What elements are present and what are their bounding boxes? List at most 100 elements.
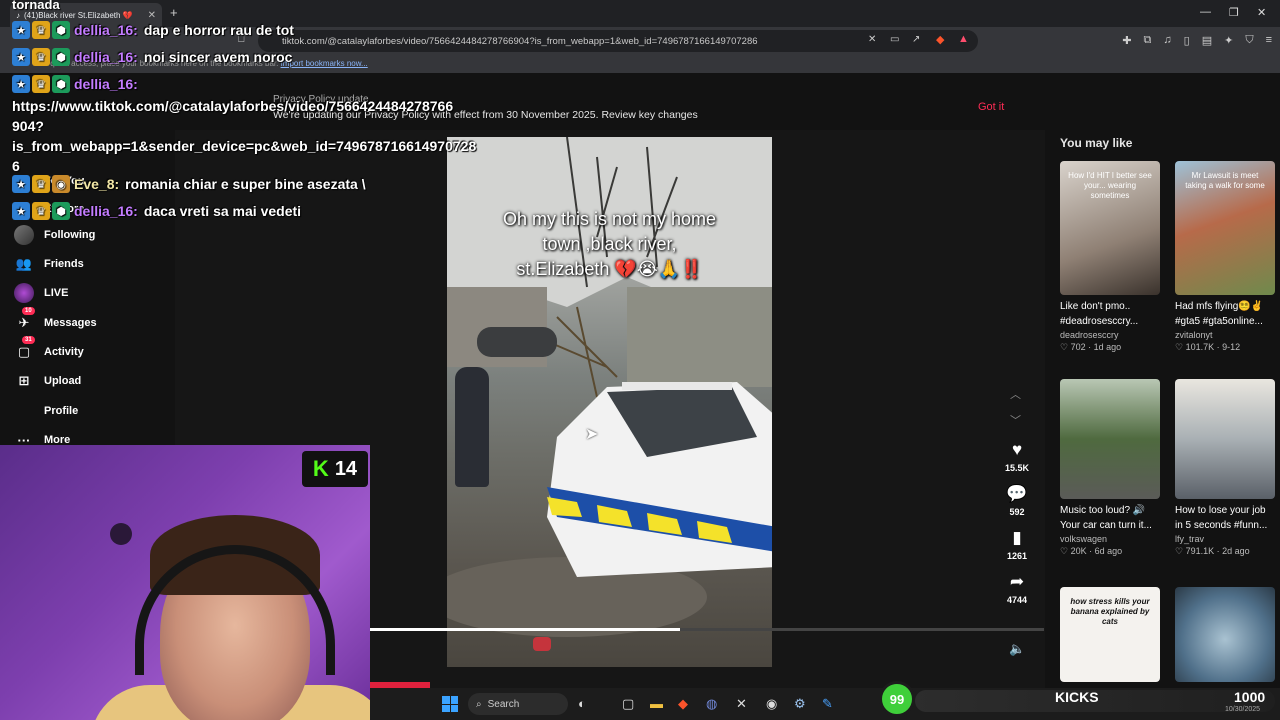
close-window-icon[interactable]: ✕: [1257, 6, 1266, 19]
chat-badges: ★ ♛ ◉: [12, 175, 70, 193]
webcam-overlay: K 14: [0, 445, 370, 720]
chat-badges: ★ ♛ ⬢: [12, 75, 70, 93]
comment-count: 592: [1009, 507, 1025, 517]
url-text: tiktok.com/@catalaylaforbes/video/756642…: [282, 35, 758, 47]
nav-upload[interactable]: ⊞ Upload: [14, 371, 82, 391]
kick-count: 14: [334, 457, 358, 480]
wallet-icon[interactable]: ▤: [1202, 34, 1212, 47]
card-author[interactable]: deadrosesccry: [1060, 330, 1160, 340]
previous-video-icon[interactable]: ︿: [1010, 386, 1021, 402]
nav-activity[interactable]: ▢ 31 Activity: [14, 336, 84, 362]
minimize-icon[interactable]: —: [1200, 6, 1211, 18]
video-wall: [627, 287, 772, 387]
extensions-icon[interactable]: ✚: [1122, 34, 1131, 47]
chat-username: dellia_16:: [74, 76, 138, 92]
steam-icon[interactable]: ⚙: [794, 696, 806, 712]
crown-icon: ♛: [32, 75, 50, 93]
suggested-video-card[interactable]: How I'd HIT I better see your... wearing…: [1060, 161, 1160, 353]
nav-friends[interactable]: 👥 Friends: [14, 254, 84, 274]
mute-site-icon[interactable]: ✕: [868, 34, 876, 45]
share-arrow-icon: ➦: [1009, 572, 1025, 591]
suggested-video-card[interactable]: How to lose your job in 5 seconds #funn.…: [1175, 379, 1275, 557]
card-title: Like don't pmo.. #deadrosesccry...: [1060, 301, 1139, 327]
cast-icon[interactable]: ▭: [890, 34, 899, 45]
thumb-text: How I'd HIT I better see your... wearing…: [1068, 171, 1152, 200]
chat-message: ★ ♛ ⬢ dellia_16: daca vreti sa mai vedeti: [12, 202, 301, 220]
nav-label: LIVE: [44, 287, 69, 299]
video-submerged-car: [477, 327, 557, 357]
card-author[interactable]: lfy_trav: [1175, 534, 1275, 544]
close-tab-icon[interactable]: ✕: [148, 10, 156, 21]
card-thumbnail: Mr Lawsuit is meet taking a walk for som…: [1175, 161, 1275, 295]
nav-profile[interactable]: Profile: [14, 401, 78, 421]
video-progress-bar[interactable]: [370, 628, 1044, 631]
suggested-video-card[interactable]: how stress kills your banana explained b…: [1060, 587, 1160, 682]
kicks-goal-count: 1000: [1234, 689, 1266, 705]
app-icon[interactable]: ✕: [736, 696, 747, 712]
mouse-cursor-icon: ➤: [585, 426, 599, 443]
next-video-icon[interactable]: ﹀: [1010, 412, 1021, 428]
activity-badge: 31: [22, 336, 35, 344]
chat-message: ★ ♛ ⬢ dellia_16:: [12, 75, 144, 93]
widgets-icon[interactable]: ◐: [578, 696, 586, 711]
screen: ♪ (41)Black river St.Elizabeth 💔 ✕ + — ❐…: [0, 0, 1280, 720]
sub-badge-icon: ⬢: [52, 202, 70, 220]
share-button[interactable]: ➦ 4744: [997, 572, 1037, 605]
screenshot-icon[interactable]: ⧉: [1144, 34, 1152, 47]
activity-icon: ▢ 31: [14, 336, 35, 362]
card-author[interactable]: zvitalonyt: [1175, 330, 1275, 340]
card-thumbnail: [1175, 587, 1275, 682]
got-it-button[interactable]: Got it: [978, 101, 1004, 113]
file-explorer-icon[interactable]: ▬: [650, 696, 663, 711]
chat-message: ★ ♛ ⬢ dellia_16: noi sincer avem noroc: [12, 48, 292, 66]
chat-badge-icon: ★: [12, 175, 30, 193]
vpn-icon[interactable]: ⛉: [1245, 34, 1253, 47]
app-pen-icon[interactable]: ✎: [822, 696, 833, 712]
discord-icon[interactable]: ◍: [706, 696, 717, 712]
profile-icon: [14, 401, 34, 421]
nav-label: Messages: [44, 317, 97, 329]
volume-icon[interactable]: 🔈: [1009, 641, 1025, 657]
suggested-video-card[interactable]: Music too loud? 🔊 Your car can turn it..…: [1060, 379, 1160, 557]
music-icon[interactable]: ♫: [1163, 34, 1171, 47]
brave-rewards-icon[interactable]: ▲: [958, 33, 969, 45]
brave-shield-icon[interactable]: ◆: [936, 33, 944, 46]
chat-badge-icon: ★: [12, 202, 30, 220]
import-bookmarks-link[interactable]: Import bookmarks now...: [281, 59, 368, 68]
heart-icon: ♥: [1011, 440, 1023, 459]
messages-badge: 10: [22, 307, 35, 315]
crown-icon: ♛: [32, 175, 50, 193]
chat-username: dellia_16:: [74, 49, 138, 65]
brave-browser-icon[interactable]: ◆: [678, 696, 688, 712]
maximize-icon[interactable]: ❐: [1229, 6, 1239, 19]
video-player[interactable]: Oh my this is not my home town ,black ri…: [447, 137, 772, 667]
suggested-video-card[interactable]: Mr Lawsuit is meet taking a walk for som…: [1175, 161, 1275, 353]
card-thumbnail: [1175, 379, 1275, 499]
new-tab-icon[interactable]: +: [170, 5, 178, 20]
leo-icon[interactable]: ✦: [1224, 34, 1233, 47]
nav-messages[interactable]: ✈ 10 Messages: [14, 307, 97, 333]
card-title: How to lose your job in 5 seconds #funn.…: [1175, 505, 1268, 531]
chat-message: ★ ♛ ◉ Eve_8: romania chiar e super bine as…: [12, 175, 366, 193]
caption-line-2: town ,black river,: [542, 234, 677, 254]
comment-button[interactable]: 💬 592: [997, 484, 1037, 517]
nav-following[interactable]: Following: [14, 225, 95, 245]
crown-icon: ♛: [32, 202, 50, 220]
video-progress-fill: [370, 628, 681, 631]
chat-badge-icon: ★: [12, 75, 30, 93]
windows-start-icon[interactable]: [442, 696, 458, 712]
card-thumbnail: how stress kills your banana explained b…: [1060, 587, 1160, 682]
nav-label: Upload: [44, 375, 82, 387]
sidebar-icon[interactable]: ▯: [1184, 34, 1190, 47]
save-button[interactable]: ▮ 1261: [997, 528, 1037, 561]
suggested-video-card[interactable]: [1175, 587, 1275, 682]
nav-live[interactable]: LIVE: [14, 283, 68, 303]
obs-icon[interactable]: ◉: [766, 696, 777, 712]
share-icon[interactable]: ↗: [912, 34, 920, 45]
card-author[interactable]: volkswagen: [1060, 534, 1160, 544]
chat-badges: ★ ♛ ⬢: [12, 21, 70, 39]
taskbar-search[interactable]: ⌕ Search: [468, 693, 568, 715]
menu-icon[interactable]: ≡: [1266, 34, 1272, 47]
like-button[interactable]: ♥ 15.5K: [997, 440, 1037, 473]
task-view-icon[interactable]: ▢: [622, 696, 634, 712]
